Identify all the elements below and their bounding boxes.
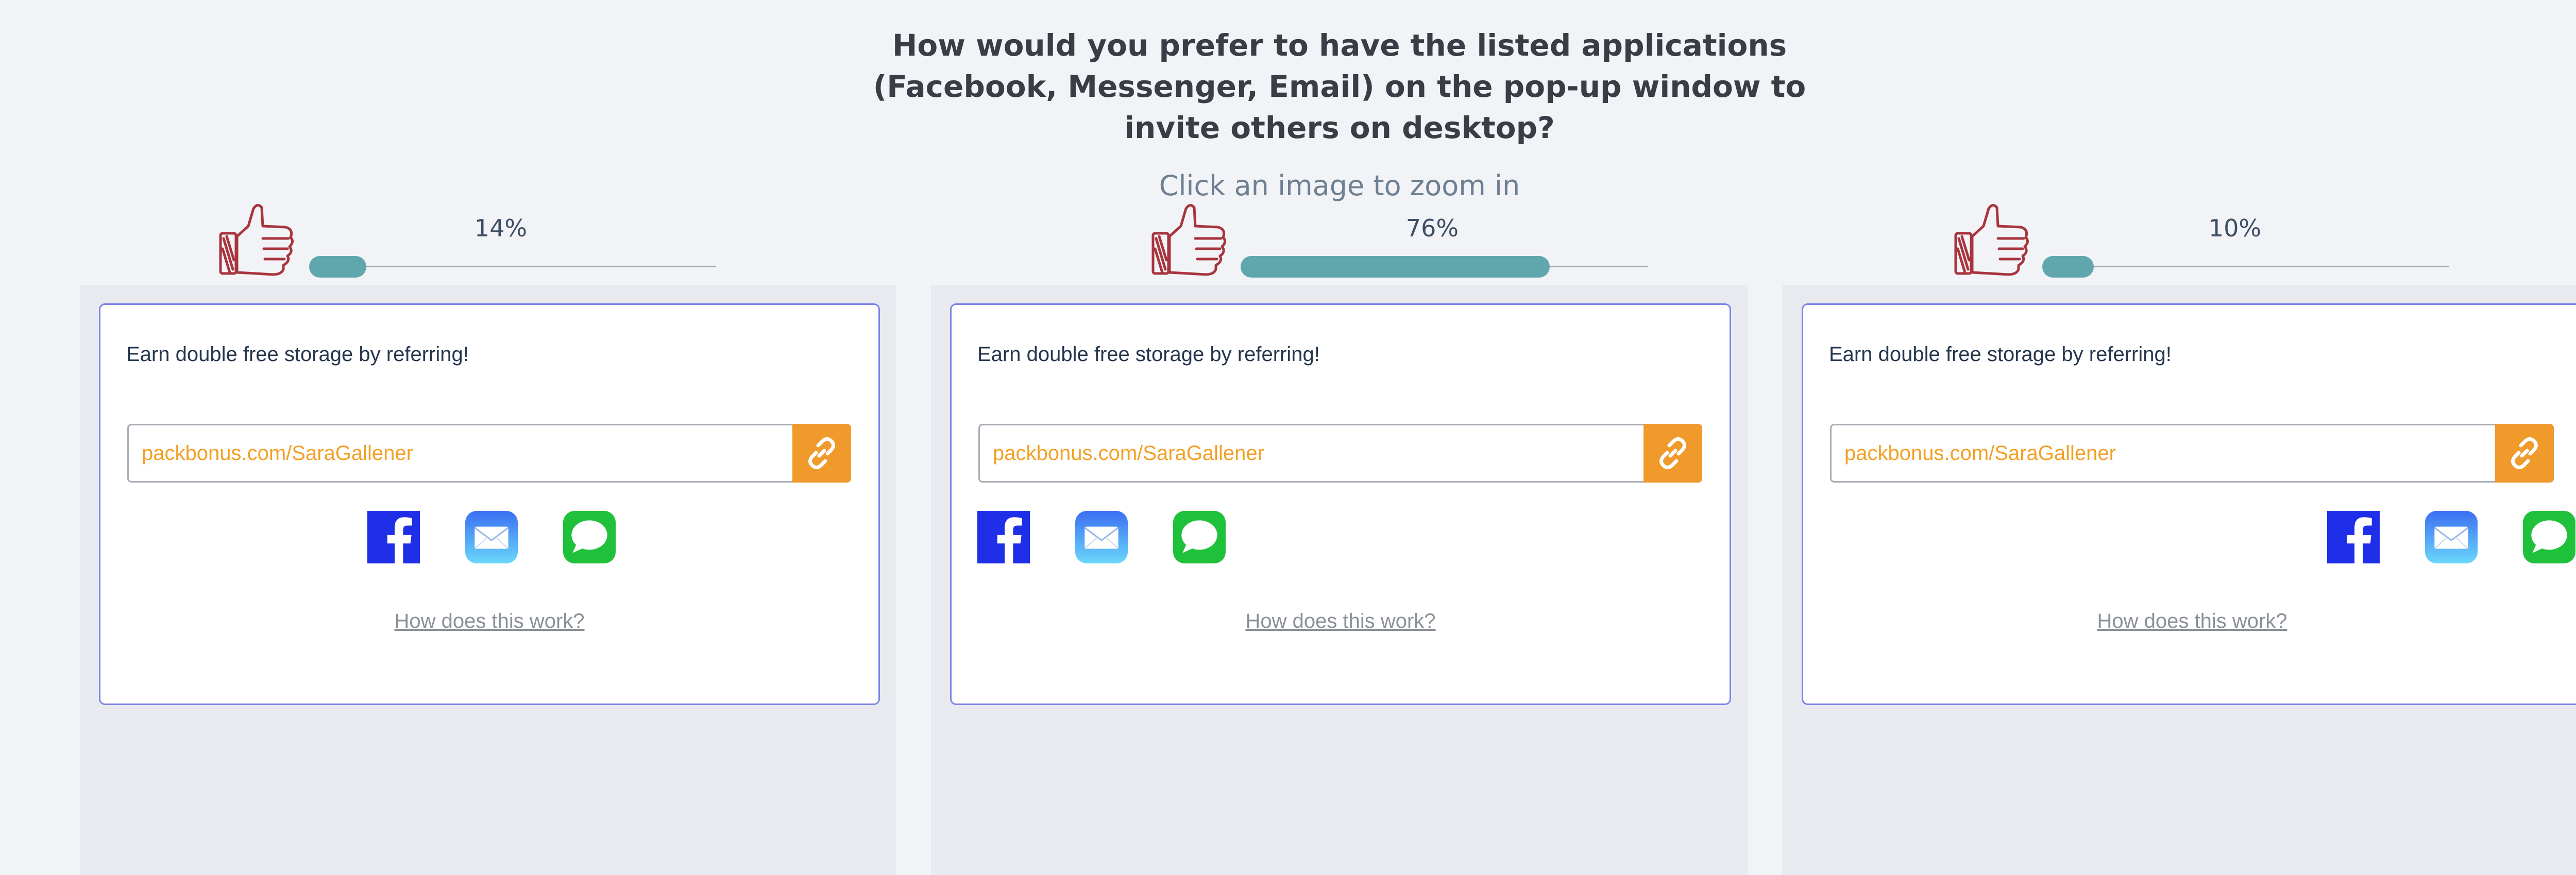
thumbs-up-icon[interactable] bbox=[1149, 197, 1231, 280]
referral-link-text: packbonus.com/SaraGallener bbox=[1844, 442, 2116, 465]
thumbs-up-icon[interactable] bbox=[1952, 197, 2034, 280]
question-title: How would you prefer to have the listed … bbox=[873, 28, 1806, 145]
invite-popup-card: Earn double free storage by referring! p… bbox=[1802, 303, 2576, 705]
option-1-vote-bar bbox=[309, 256, 716, 278]
facebook-icon[interactable] bbox=[977, 511, 1030, 563]
copy-link-button[interactable] bbox=[2495, 424, 2554, 483]
email-icon[interactable] bbox=[2425, 511, 2478, 563]
copy-link-button[interactable] bbox=[792, 424, 851, 483]
referral-link-field[interactable]: packbonus.com/SaraGallener bbox=[1830, 424, 2554, 483]
messages-icon[interactable] bbox=[1173, 511, 1226, 563]
link-icon bbox=[1659, 437, 1686, 470]
copy-link-button[interactable] bbox=[1643, 424, 1702, 483]
option-2-vote-fill bbox=[1241, 256, 1550, 278]
option-3-percent: 10% bbox=[2208, 214, 2262, 242]
link-icon bbox=[2511, 437, 2538, 470]
popup-heading: Earn double free storage by referring! bbox=[126, 343, 469, 366]
invite-popup-card: Earn double free storage by referring! p… bbox=[950, 303, 1731, 705]
messages-icon[interactable] bbox=[2523, 511, 2575, 563]
how-does-this-work-link[interactable]: How does this work? bbox=[952, 608, 1730, 634]
option-1-vote-fill bbox=[309, 256, 366, 278]
option-1-image[interactable]: Earn double free storage by referring! p… bbox=[80, 285, 896, 875]
facebook-icon[interactable] bbox=[367, 511, 420, 563]
facebook-icon[interactable] bbox=[2327, 511, 2380, 563]
email-icon[interactable] bbox=[1075, 511, 1128, 563]
popup-heading: Earn double free storage by referring! bbox=[977, 343, 1320, 366]
option-3-vote-bar bbox=[2042, 256, 2449, 278]
referral-link-text: packbonus.com/SaraGallener bbox=[142, 442, 413, 465]
option-3-image[interactable]: Earn double free storage by referring! p… bbox=[1783, 285, 2576, 875]
option-2-vote-bar bbox=[1241, 256, 1648, 278]
option-3-vote-fill bbox=[2042, 256, 2094, 278]
referral-link-field[interactable]: packbonus.com/SaraGallener bbox=[127, 424, 851, 483]
referral-link-field[interactable]: packbonus.com/SaraGallener bbox=[978, 424, 1702, 483]
thumbs-up-icon[interactable] bbox=[216, 197, 299, 280]
email-icon[interactable] bbox=[465, 511, 518, 563]
option-2-percent: 76% bbox=[1405, 214, 1459, 242]
option-1-percent: 14% bbox=[474, 214, 528, 242]
popup-heading: Earn double free storage by referring! bbox=[1829, 343, 2172, 366]
messages-icon[interactable] bbox=[563, 511, 616, 563]
how-does-this-work-link[interactable]: How does this work? bbox=[1803, 608, 2576, 634]
invite-popup-card: Earn double free storage by referring! p… bbox=[99, 303, 880, 705]
how-does-this-work-link[interactable]: How does this work? bbox=[100, 608, 878, 634]
referral-link-text: packbonus.com/SaraGallener bbox=[993, 442, 1264, 465]
option-2-image[interactable]: Earn double free storage by referring! p… bbox=[931, 285, 1748, 875]
link-icon bbox=[808, 437, 835, 470]
